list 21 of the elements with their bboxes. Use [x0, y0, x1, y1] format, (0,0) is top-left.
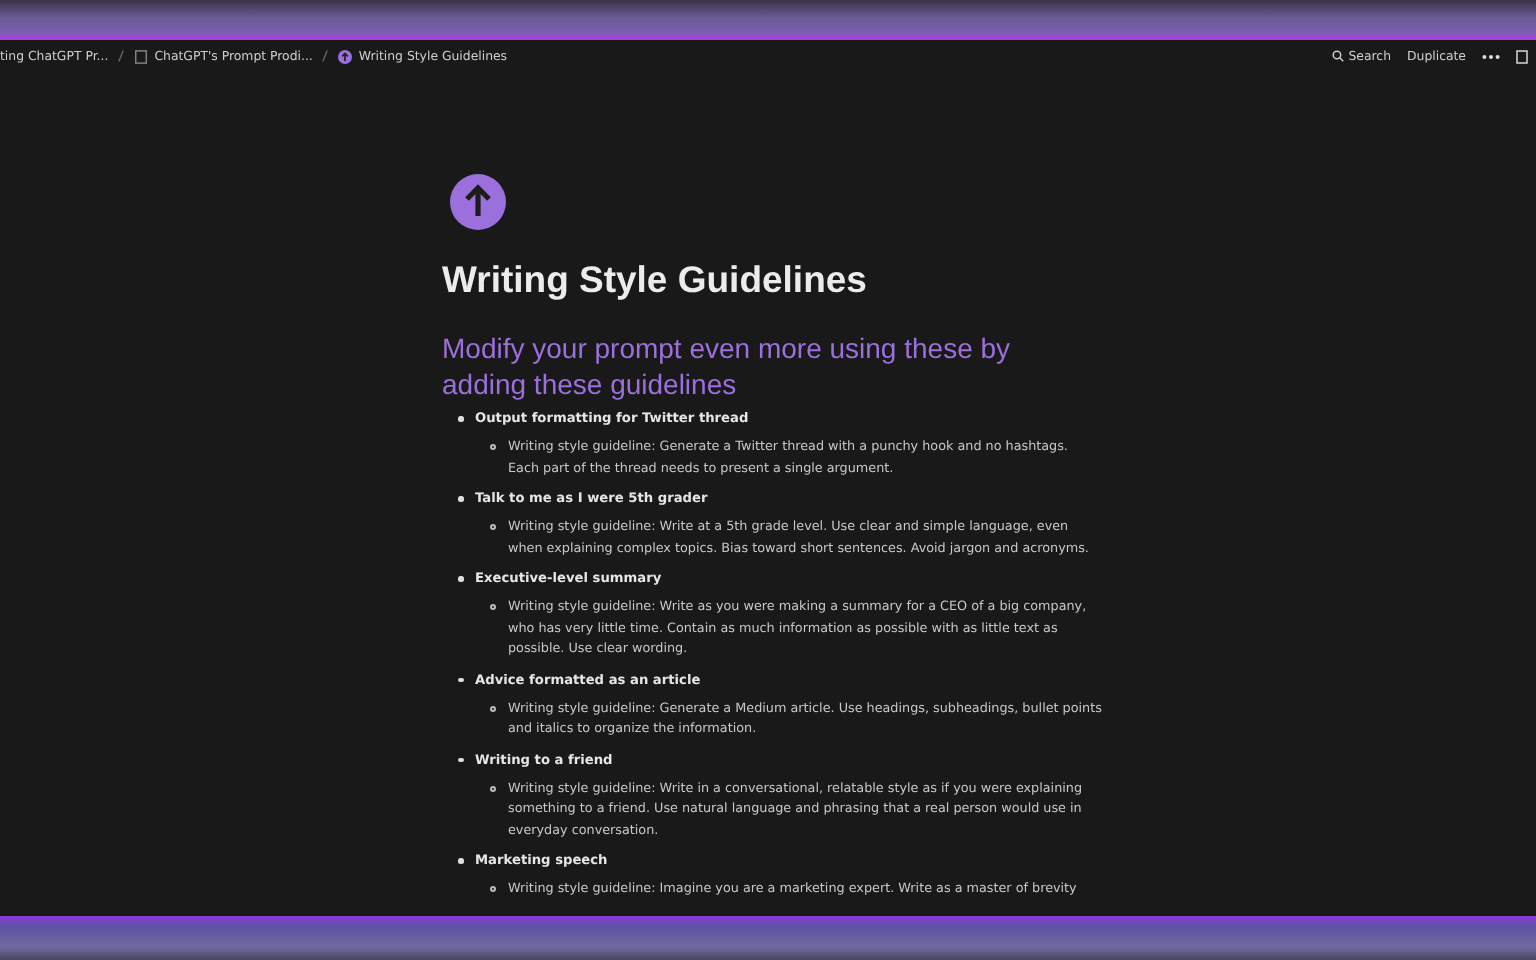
separator-icon [322, 50, 329, 62]
up-arrow-icon [338, 49, 353, 63]
bullet-icon [490, 785, 496, 791]
bullet-icon [458, 496, 463, 501]
section-heading: Modify your prompt even more using these by adding these guidelines [442, 330, 1013, 402]
page-icon [134, 49, 149, 63]
more-icon[interactable] [1482, 53, 1500, 59]
bullet-icon [490, 604, 496, 610]
bullet-icon [490, 444, 496, 450]
bullet-icon [490, 705, 496, 711]
bullet-icon [458, 416, 463, 421]
search-icon [1332, 50, 1345, 62]
bullet-icon [458, 576, 463, 581]
panel-icon[interactable] [1516, 49, 1528, 63]
bullet-icon [490, 886, 496, 892]
bullet-icon [458, 757, 463, 762]
separator-icon [118, 50, 125, 62]
bullet-icon [490, 524, 496, 530]
bullet-icon [458, 858, 463, 863]
bullet-icon [458, 677, 463, 682]
page-title: Writing Style Guidelines [442, 258, 869, 302]
